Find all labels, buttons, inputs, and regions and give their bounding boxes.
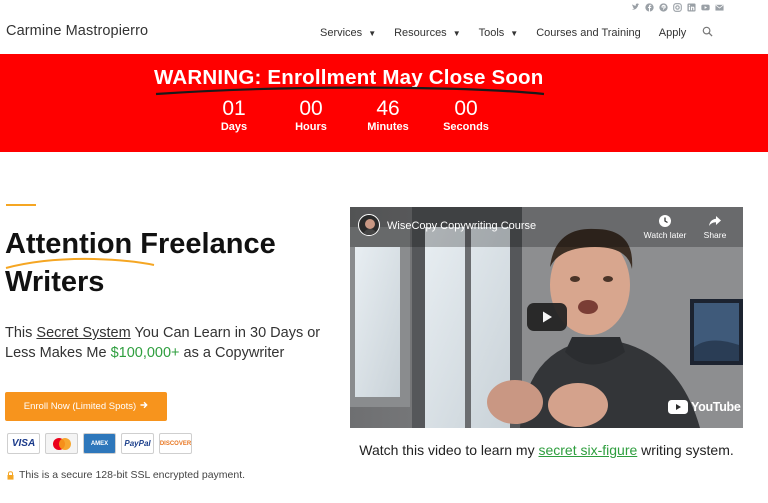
nav-item-services[interactable]: Services ▼: [320, 27, 376, 39]
facebook-icon[interactable]: [645, 3, 654, 12]
watch-later-button[interactable]: Watch later: [640, 214, 690, 240]
play-icon: [543, 311, 552, 323]
enroll-label: Enroll Now (Limited Spots): [23, 401, 137, 412]
video-title[interactable]: WiseCopy Copywriting Course: [387, 220, 536, 232]
discover-card-icon: DISCOVER: [159, 433, 192, 454]
share-icon: [696, 214, 734, 230]
share-label: Share: [703, 230, 727, 240]
chevron-down-icon: ▼: [452, 28, 461, 38]
sub-text: This: [5, 325, 37, 341]
youtube-logo[interactable]: YouTube: [668, 400, 741, 414]
nav-item-courses[interactable]: Courses and Training: [536, 27, 641, 39]
nav-label: Courses and Training: [536, 27, 641, 39]
chevron-down-icon: ▼: [510, 28, 519, 38]
accent-divider: [6, 204, 36, 206]
youtube-icon[interactable]: [701, 3, 710, 12]
countdown-value: 00: [299, 97, 323, 120]
youtube-wordmark: YouTube: [691, 400, 741, 414]
video-caption: Watch this video to learn my secret six-…: [350, 440, 743, 460]
share-button[interactable]: Share: [696, 214, 734, 240]
nav-item-resources[interactable]: Resources ▼: [394, 27, 461, 39]
amex-card-icon: AMEX: [83, 433, 116, 454]
countdown-value: 01: [222, 97, 246, 120]
play-button[interactable]: [527, 303, 567, 331]
headline-swoosh-underline: [5, 257, 155, 269]
caption-text: writing system.: [637, 442, 734, 458]
chevron-down-icon: ▼: [368, 28, 377, 38]
site-header: Carmine Mastropierro Services ▼ Resources…: [0, 0, 768, 54]
arrow-right-icon: [140, 401, 148, 412]
countdown-value: 46: [376, 97, 400, 120]
paypal-icon: PayPal: [121, 433, 154, 454]
watch-later-label: Watch later: [643, 230, 687, 240]
payment-cards: VISA AMEX PayPal DISCOVER: [7, 433, 192, 454]
search-icon[interactable]: [702, 26, 713, 40]
video-player[interactable]: WiseCopy Copywriting Course Watch later …: [350, 207, 743, 428]
nav-item-apply[interactable]: Apply: [659, 27, 687, 39]
nav-label: Services: [320, 27, 363, 39]
secret-six-figure-link[interactable]: secret six-figure: [538, 442, 637, 458]
nav-label: Tools: [478, 27, 505, 39]
nav-label: Resources: [394, 27, 447, 39]
twitter-icon[interactable]: [631, 3, 640, 12]
countdown-label: Minutes: [367, 121, 409, 133]
pinterest-icon[interactable]: [659, 3, 668, 12]
nav-item-tools[interactable]: Tools ▼: [479, 27, 519, 39]
sub-text: as a Copywriter: [179, 345, 285, 361]
email-icon[interactable]: [715, 3, 724, 12]
main-nav: Services ▼ Resources ▼ Tools ▼ Courses and …: [320, 26, 713, 40]
countdown-minutes: 46 Minutes: [348, 97, 428, 134]
countdown-label: Hours: [295, 121, 327, 133]
channel-avatar[interactable]: [358, 214, 380, 236]
countdown-value: 00: [454, 97, 478, 120]
lock-icon: [7, 470, 14, 480]
instagram-icon[interactable]: [673, 3, 682, 12]
hero-subheadline: This Secret System You Can Learn in 30 D…: [5, 323, 335, 363]
nav-label: Apply: [658, 27, 687, 39]
social-links: [631, 3, 724, 12]
visa-card-icon: VISA: [7, 433, 40, 454]
secret-system-link[interactable]: Secret System: [36, 325, 130, 341]
countdown-seconds: 00 Seconds: [426, 97, 506, 134]
site-brand[interactable]: Carmine Mastropierro: [6, 23, 148, 39]
linkedin-icon[interactable]: [687, 3, 696, 12]
secure-payment-note: This is a secure 128-bit SSL encrypted p…: [7, 469, 245, 481]
countdown-label: Days: [220, 121, 248, 133]
countdown-hours: 00 Hours: [271, 97, 351, 134]
enroll-now-button[interactable]: Enroll Now (Limited Spots): [5, 392, 167, 421]
caption-text: Watch this video to learn my: [359, 442, 539, 458]
warning-banner: WARNING: Enrollment May Close Soon 01 Da…: [0, 54, 768, 152]
mastercard-icon: [45, 433, 78, 454]
clock-icon: [640, 214, 690, 230]
countdown-label: Seconds: [443, 121, 489, 133]
youtube-play-icon: [668, 400, 688, 414]
secure-text: This is a secure 128-bit SSL encrypted p…: [19, 469, 246, 481]
income-highlight: $100,000+: [110, 345, 180, 361]
countdown-days: 01 Days: [194, 97, 274, 134]
